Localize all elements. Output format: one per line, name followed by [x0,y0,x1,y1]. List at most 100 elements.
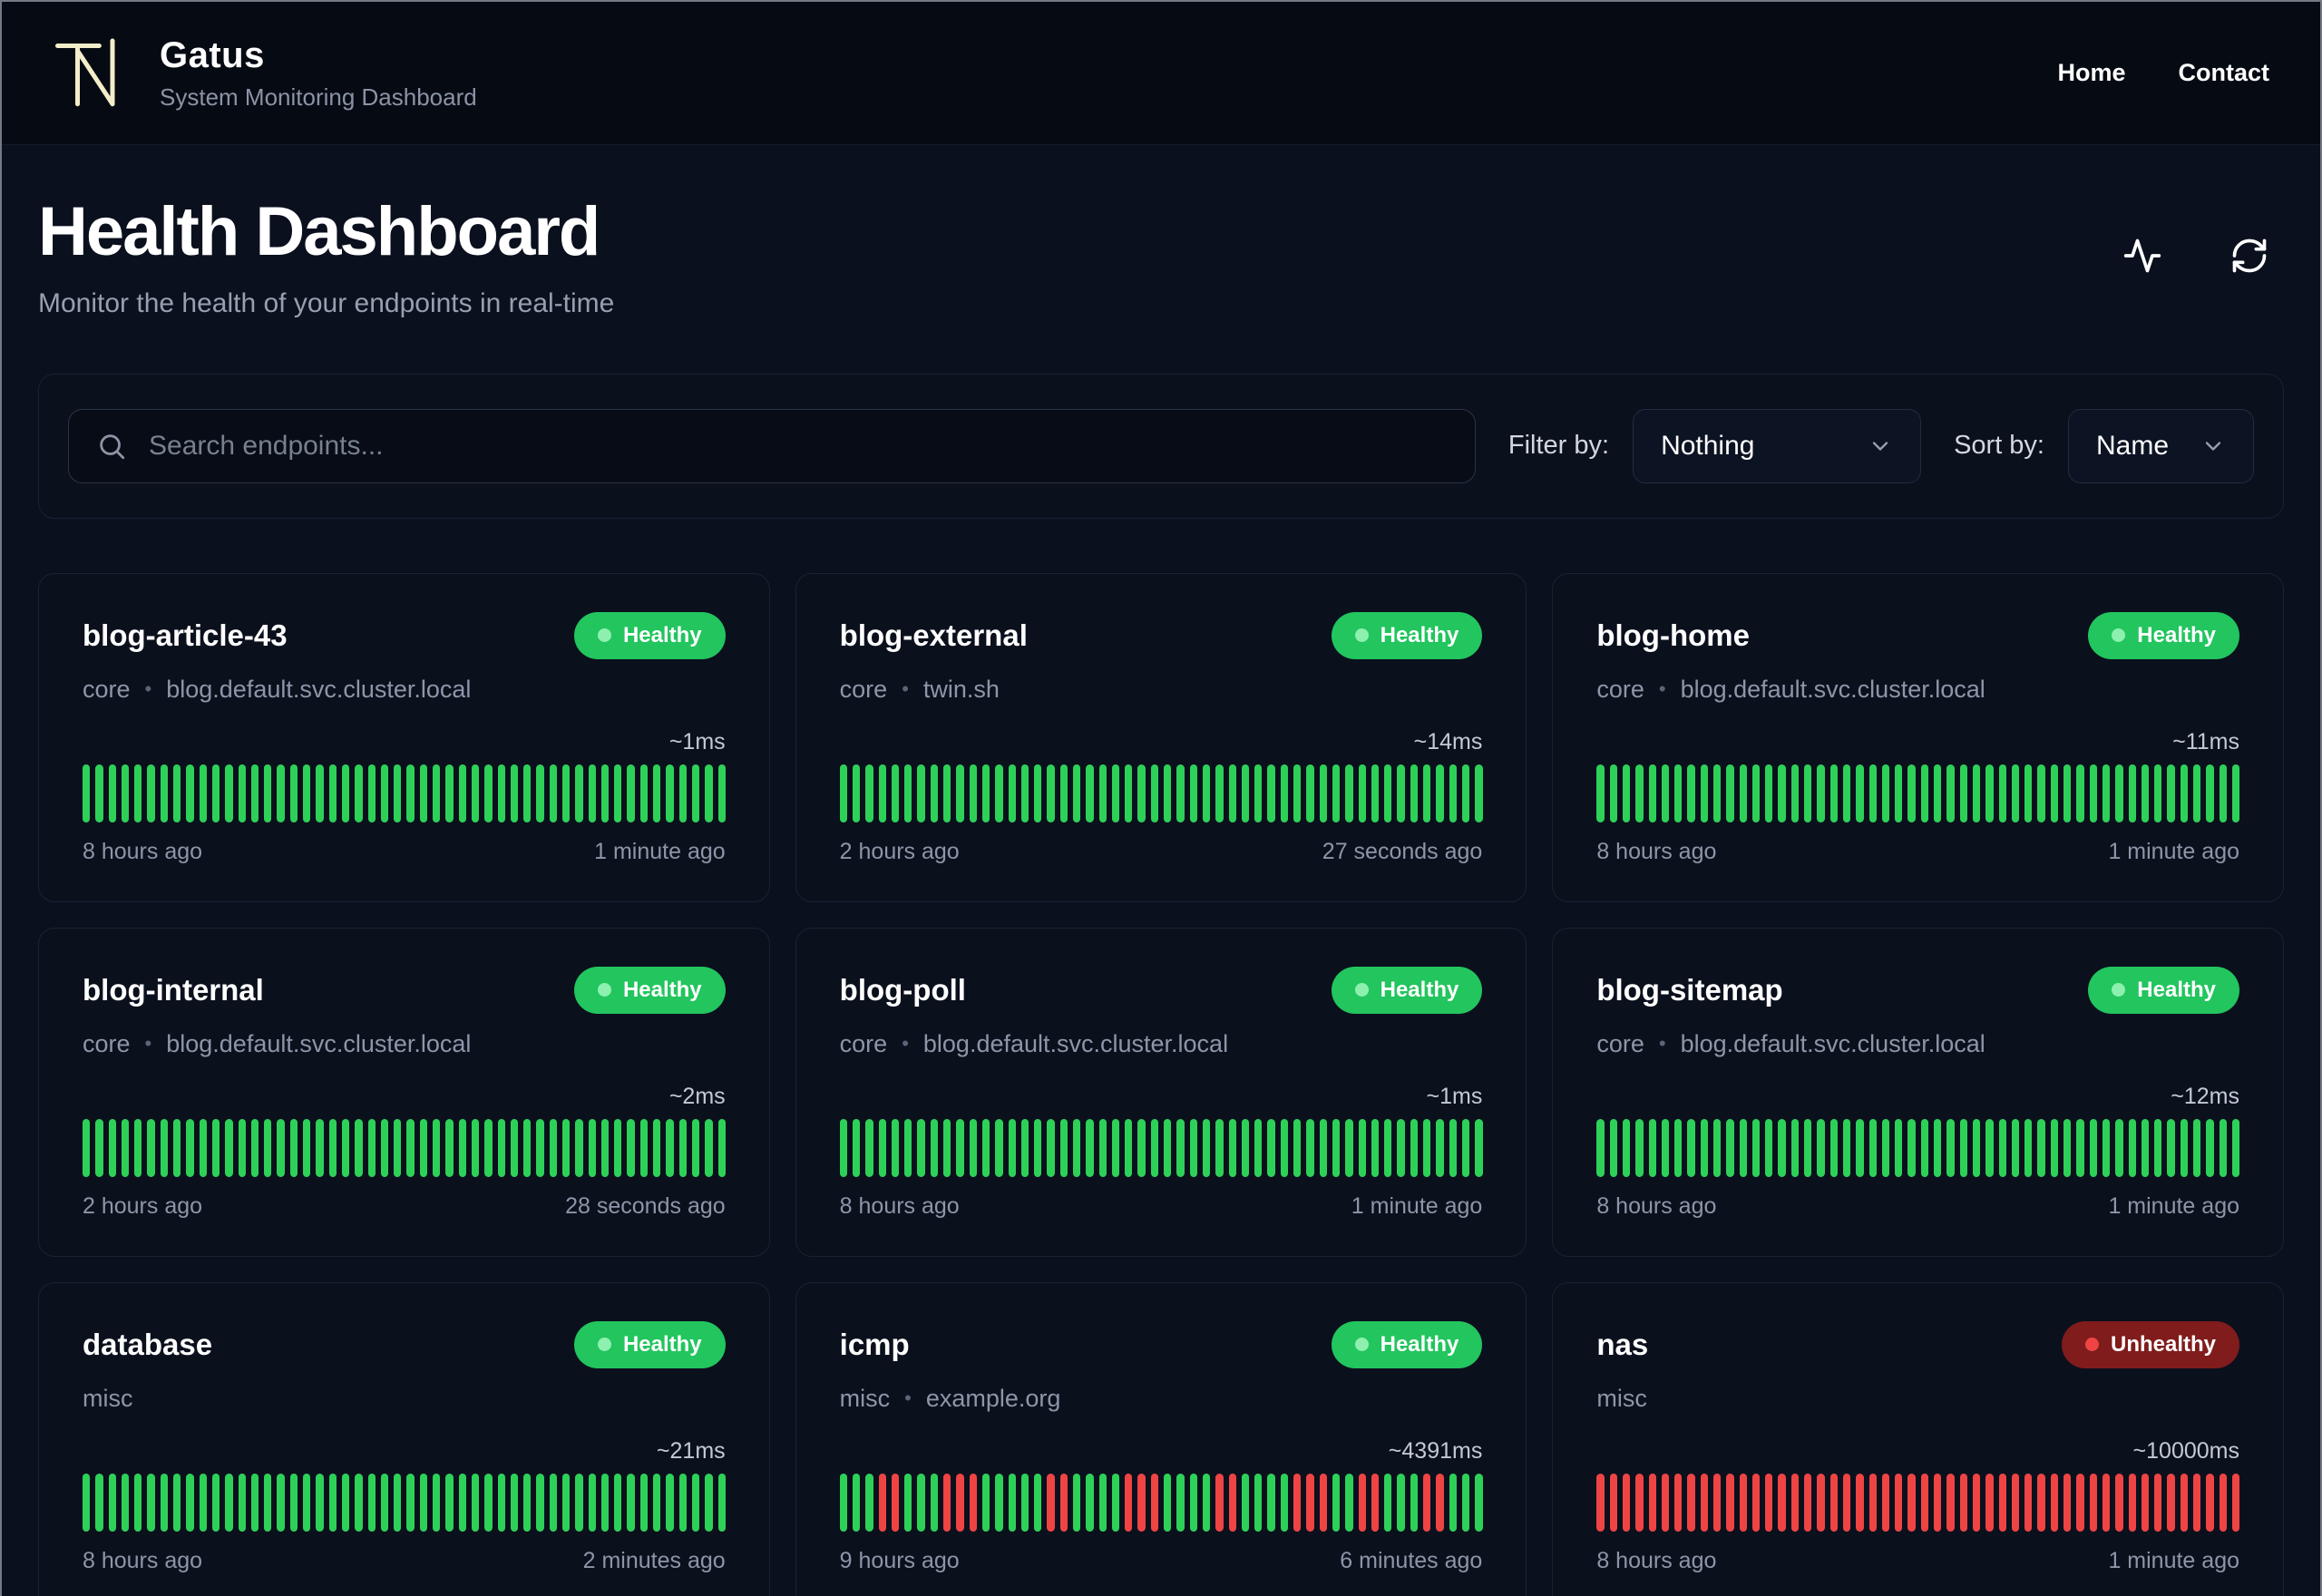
health-bar [1436,1118,1444,1177]
health-bar [1371,1473,1380,1532]
health-bar [1596,1118,1605,1177]
health-bar [614,1473,622,1532]
health-bar [2128,764,2136,822]
filter-select[interactable]: Nothing [1633,408,1922,483]
health-bar [614,1118,622,1177]
nav-link-contact[interactable]: Contact [2179,59,2270,87]
health-bar [328,1473,337,1532]
health-bar [510,1473,519,1532]
health-bar [1306,1473,1314,1532]
health-bar [108,764,116,822]
health-history [839,764,1483,822]
health-bar [1596,764,1605,822]
health-bar [1661,1118,1670,1177]
health-bar [653,1118,661,1177]
endpoint-card[interactable]: blog-internal Healthy core • blog.defaul… [38,927,770,1257]
status-dot-icon [597,983,611,998]
health-bar [1267,1473,1275,1532]
health-bar [277,1473,285,1532]
status-badge: Healthy [573,966,726,1014]
health-bar [1098,1473,1107,1532]
health-bar [627,1473,635,1532]
health-bar [1384,764,1392,822]
endpoint-card[interactable]: blog-sitemap Healthy core • blog.default… [1552,927,2284,1257]
status-label: Healthy [1380,977,1459,1002]
health-bar [419,764,428,822]
search-input[interactable] [149,430,1448,462]
health-bar [510,764,519,822]
latency-label: ~2ms [668,1083,726,1109]
endpoint-card[interactable]: icmp Healthy misc • example.org ~4391ms … [795,1281,1527,1596]
status-badge: Healthy [573,1320,726,1368]
health-bar [367,1118,376,1177]
health-bar [1985,1473,1994,1532]
endpoint-name: database [83,1327,213,1361]
health-bar [1674,1473,1683,1532]
health-bar [561,1118,571,1177]
health-bar [691,764,700,822]
health-history [83,1118,726,1177]
health-bar [1086,764,1094,822]
health-bar [904,1473,912,1532]
endpoint-host: example.org [925,1384,1061,1412]
health-bar [1449,1473,1457,1532]
health-bar [2180,1118,2188,1177]
health-bar [1985,1118,1994,1177]
newest-time: 1 minute ago [2108,1547,2239,1573]
health-bar [575,1473,583,1532]
endpoint-card[interactable]: blog-external Healthy core • twin.sh ~14… [795,572,1527,902]
health-bar [2192,1118,2201,1177]
nav-link-home[interactable]: Home [2057,59,2125,87]
endpoint-card[interactable]: database Healthy misc • ~21ms 8 hours ag… [38,1281,770,1596]
health-bar [1778,764,1786,822]
health-bar [1293,1118,1302,1177]
health-bar [2154,764,2162,822]
endpoint-meta: core • blog.default.svc.cluster.local [1596,676,2239,704]
health-bar [1125,1473,1133,1532]
health-bar [1972,764,1981,822]
health-bar [2219,1473,2227,1532]
health-bar [95,764,103,822]
health-bar [1726,1118,1734,1177]
health-bar [1332,1473,1341,1532]
activity-icon[interactable] [2122,236,2162,276]
newest-time: 1 minute ago [2108,1192,2239,1219]
health-bar [303,764,311,822]
endpoint-host: twin.sh [922,675,1000,703]
status-badge: Unhealthy [2061,1320,2239,1368]
health-bar [1622,1118,1631,1177]
endpoint-card[interactable]: blog-poll Healthy core • blog.default.sv… [795,927,1527,1257]
endpoint-group: core [83,1029,131,1057]
health-bar [211,764,220,822]
status-dot-icon [597,1338,611,1352]
status-label: Healthy [2137,622,2216,647]
health-bar [891,1473,900,1532]
health-bar [1280,1473,1289,1532]
endpoint-card[interactable]: blog-article-43 Healthy core • blog.defa… [38,572,770,902]
health-bar [1215,764,1224,822]
health-bar [1384,1118,1392,1177]
health-bar [341,1473,350,1532]
health-history [1596,1473,2240,1532]
sort-select[interactable]: Name [2068,408,2254,483]
health-bar [600,1118,610,1177]
health-bar [523,1473,532,1532]
health-bar [1358,764,1366,822]
health-bar [484,1118,493,1177]
endpoint-card[interactable]: nas Unhealthy misc • ~10000ms 8 hours ag… [1552,1281,2284,1596]
health-bar [160,1118,169,1177]
status-badge: Healthy [1331,1320,1483,1368]
health-bar [1881,1118,1890,1177]
health-bar [1895,1118,1903,1177]
oldest-time: 8 hours ago [1596,838,1717,864]
endpoint-card[interactable]: blog-home Healthy core • blog.default.sv… [1552,572,2284,902]
health-bar [627,764,635,822]
meta-separator: • [902,1032,909,1056]
health-bar [160,1473,169,1532]
status-label: Healthy [622,1331,702,1357]
health-bar [1700,764,1708,822]
health-bar [2141,1473,2150,1532]
refresh-icon[interactable] [2229,236,2269,276]
health-bar [1047,764,1055,822]
health-bar [1384,1473,1392,1532]
